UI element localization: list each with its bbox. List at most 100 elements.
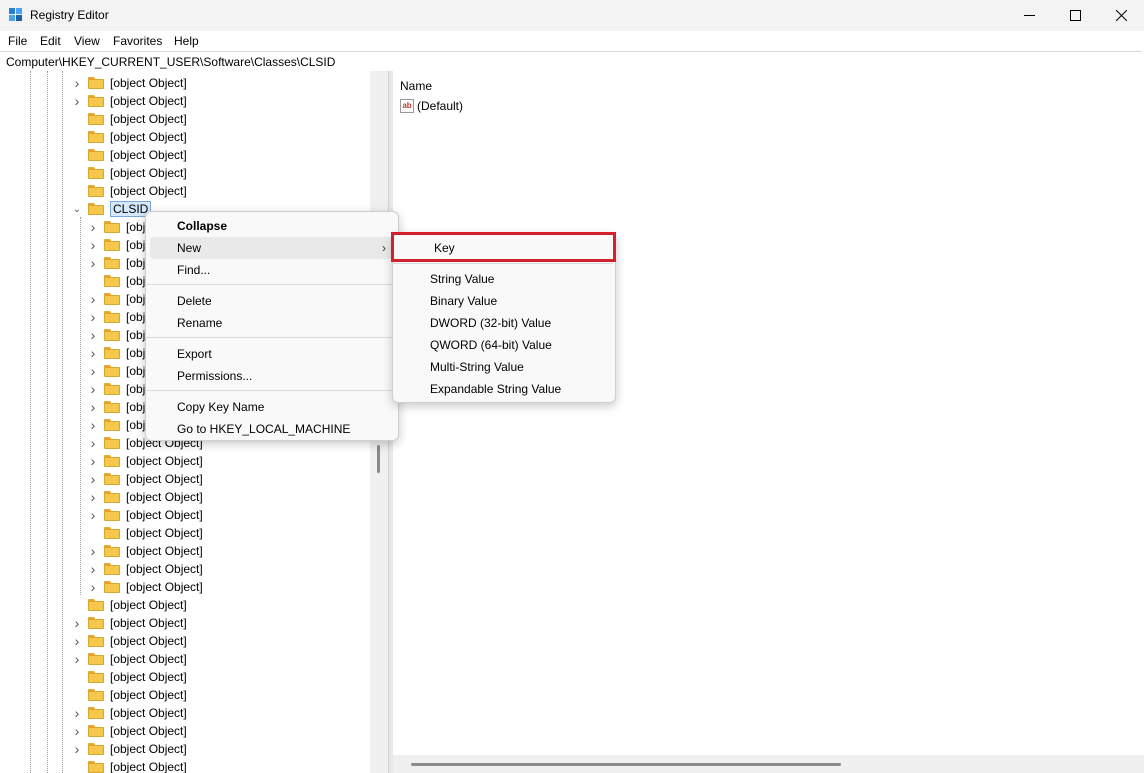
menu-item-new[interactable]: New › <box>150 237 394 259</box>
chevron-right-icon[interactable]: › <box>72 708 82 718</box>
chevron-right-icon[interactable]: › <box>72 618 82 628</box>
chevron-right-icon[interactable]: › <box>88 240 98 250</box>
values-pane[interactable]: Name ab (Default) <box>393 71 1144 773</box>
tree-item-label: [object Object] <box>110 724 187 738</box>
menu-file[interactable]: File <box>8 34 27 48</box>
submenu-item-binary-value[interactable]: Binary Value <box>397 290 611 312</box>
chevron-right-icon[interactable]: › <box>88 222 98 232</box>
column-header-name[interactable]: Name <box>400 79 432 93</box>
chevron-right-icon[interactable]: › <box>88 330 98 340</box>
tree-item[interactable]: › [object Object] <box>88 452 203 470</box>
chevron-right-icon[interactable]: › <box>88 492 98 502</box>
menu-item-export[interactable]: Export <box>150 343 394 365</box>
chevron-right-icon[interactable]: › <box>88 366 98 376</box>
chevron-right-icon[interactable]: › <box>72 726 82 736</box>
chevron-right-icon[interactable]: › <box>88 456 98 466</box>
tree-item[interactable]: [object Object] <box>72 146 187 164</box>
close-button[interactable] <box>1098 0 1144 31</box>
menu-item-copy-key-name[interactable]: Copy Key Name <box>150 396 394 418</box>
submenu-item-multi-string-value[interactable]: Multi-String Value <box>397 356 611 378</box>
chevron-right-icon[interactable]: › <box>88 258 98 268</box>
tree-item[interactable]: ⌄CLSID <box>72 200 151 218</box>
tree-item[interactable]: ›[object Object] <box>88 542 203 560</box>
chevron-right-icon[interactable]: › <box>88 402 98 412</box>
tree-item[interactable]: › [object Object] <box>72 722 187 740</box>
menu-help[interactable]: Help <box>174 34 199 48</box>
tree-item[interactable]: [object Object] <box>72 110 187 128</box>
chevron-right-icon[interactable]: › <box>88 510 98 520</box>
tree-item[interactable]: [object Object] <box>72 668 187 686</box>
tree-item[interactable]: › [object Object] <box>88 560 203 578</box>
submenu-item-expandable-string-value[interactable]: Expandable String Value <box>397 378 611 400</box>
tree-item[interactable]: ›[object Object] <box>88 506 203 524</box>
chevron-down-icon[interactable]: ⌄ <box>72 204 82 214</box>
minimize-button[interactable] <box>1006 0 1052 31</box>
tree-item[interactable]: ›[object Object] <box>88 488 203 506</box>
maximize-button[interactable] <box>1052 0 1098 31</box>
address-bar[interactable]: Computer\HKEY_CURRENT_USER\Software\Clas… <box>0 51 1142 72</box>
tree-item-label: [object Object] <box>110 634 187 648</box>
value-row[interactable]: ab (Default) <box>400 99 463 113</box>
submenu-item-string-value[interactable]: String Value <box>397 268 611 290</box>
tree-item[interactable]: ›[object Object] <box>72 650 187 668</box>
values-scroll-thumb[interactable] <box>411 763 841 766</box>
submenu-item-qword-value[interactable]: QWORD (64-bit) Value <box>397 334 611 356</box>
chevron-right-icon[interactable]: › <box>88 312 98 322</box>
chevron-right-icon[interactable]: › <box>88 582 98 592</box>
menu-favorites[interactable]: Favorites <box>113 34 162 48</box>
menu-item-collapse[interactable]: Collapse <box>150 215 394 237</box>
tree-item[interactable]: [object Object] <box>72 182 187 200</box>
tree-item[interactable]: [object Object] <box>72 686 187 704</box>
chevron-right-icon: › <box>382 241 386 255</box>
tree-item-label: [object Object] <box>110 760 187 773</box>
chevron-right-icon[interactable]: › <box>72 744 82 754</box>
chevron-right-icon[interactable]: › <box>72 636 82 646</box>
context-menu: Collapse New › Find... Delete Rename Exp… <box>145 211 399 441</box>
tree-item[interactable]: [object Object] <box>72 596 187 614</box>
submenu-item-dword-value[interactable]: DWORD (32-bit) Value <box>397 312 611 334</box>
folder-icon <box>88 203 104 215</box>
folder-icon <box>104 509 120 521</box>
chevron-right-icon[interactable]: › <box>72 654 82 664</box>
chevron-right-icon[interactable]: › <box>88 294 98 304</box>
tree-item-label: [object Object] <box>126 562 203 576</box>
chevron-right-icon[interactable]: › <box>88 348 98 358</box>
highlight-annotation <box>391 232 616 262</box>
chevron-right-icon[interactable]: › <box>88 384 98 394</box>
folder-icon <box>88 95 104 107</box>
tree-item[interactable]: [object Object] <box>72 164 187 182</box>
menu-item-find[interactable]: Find... <box>150 259 394 281</box>
tree-item[interactable]: ›[object Object] <box>72 614 187 632</box>
menu-edit[interactable]: Edit <box>40 34 61 48</box>
tree-item[interactable]: ›[object Object] <box>88 470 203 488</box>
chevron-right-icon[interactable]: › <box>88 474 98 484</box>
folder-icon <box>104 311 120 323</box>
chevron-right-icon[interactable]: › <box>88 420 98 430</box>
chevron-right-icon[interactable]: › <box>88 438 98 448</box>
tree-item[interactable]: [object Object] <box>72 758 187 773</box>
address-path[interactable]: Computer\HKEY_CURRENT_USER\Software\Clas… <box>6 55 335 69</box>
chevron-right-icon[interactable]: › <box>88 564 98 574</box>
tree-item[interactable]: ›[object Object] <box>72 92 187 110</box>
tree-item[interactable]: ›[object Object] <box>88 578 203 596</box>
menu-item-go-to-hklm[interactable]: Go to HKEY_LOCAL_MACHINE <box>150 418 394 440</box>
tree-item[interactable]: ›[object Object] <box>72 704 187 722</box>
tree-item[interactable]: ›[object Object] <box>72 740 187 758</box>
tree-item[interactable]: › [object Object] <box>72 632 187 650</box>
tree-item[interactable]: [object Object] <box>72 128 187 146</box>
menu-item-rename[interactable]: Rename <box>150 312 394 334</box>
values-horizontal-scrollbar[interactable] <box>393 755 1144 773</box>
menu-item-delete[interactable]: Delete <box>150 290 394 312</box>
chevron-right-icon[interactable]: › <box>88 546 98 556</box>
menu-item-permissions[interactable]: Permissions... <box>150 365 394 387</box>
chevron-right-icon[interactable]: › <box>72 96 82 106</box>
tree-item[interactable]: ›[object Object] <box>72 74 187 92</box>
tree-spacer <box>72 132 82 142</box>
chevron-right-icon[interactable]: › <box>72 78 82 88</box>
tree-item[interactable]: [object Object] <box>88 524 203 542</box>
folder-icon <box>88 707 104 719</box>
tree-spacer <box>72 690 82 700</box>
tree-scroll-thumb[interactable] <box>377 445 380 473</box>
menu-view[interactable]: View <box>74 34 100 48</box>
tree-item-label: [object Object] <box>126 454 203 468</box>
